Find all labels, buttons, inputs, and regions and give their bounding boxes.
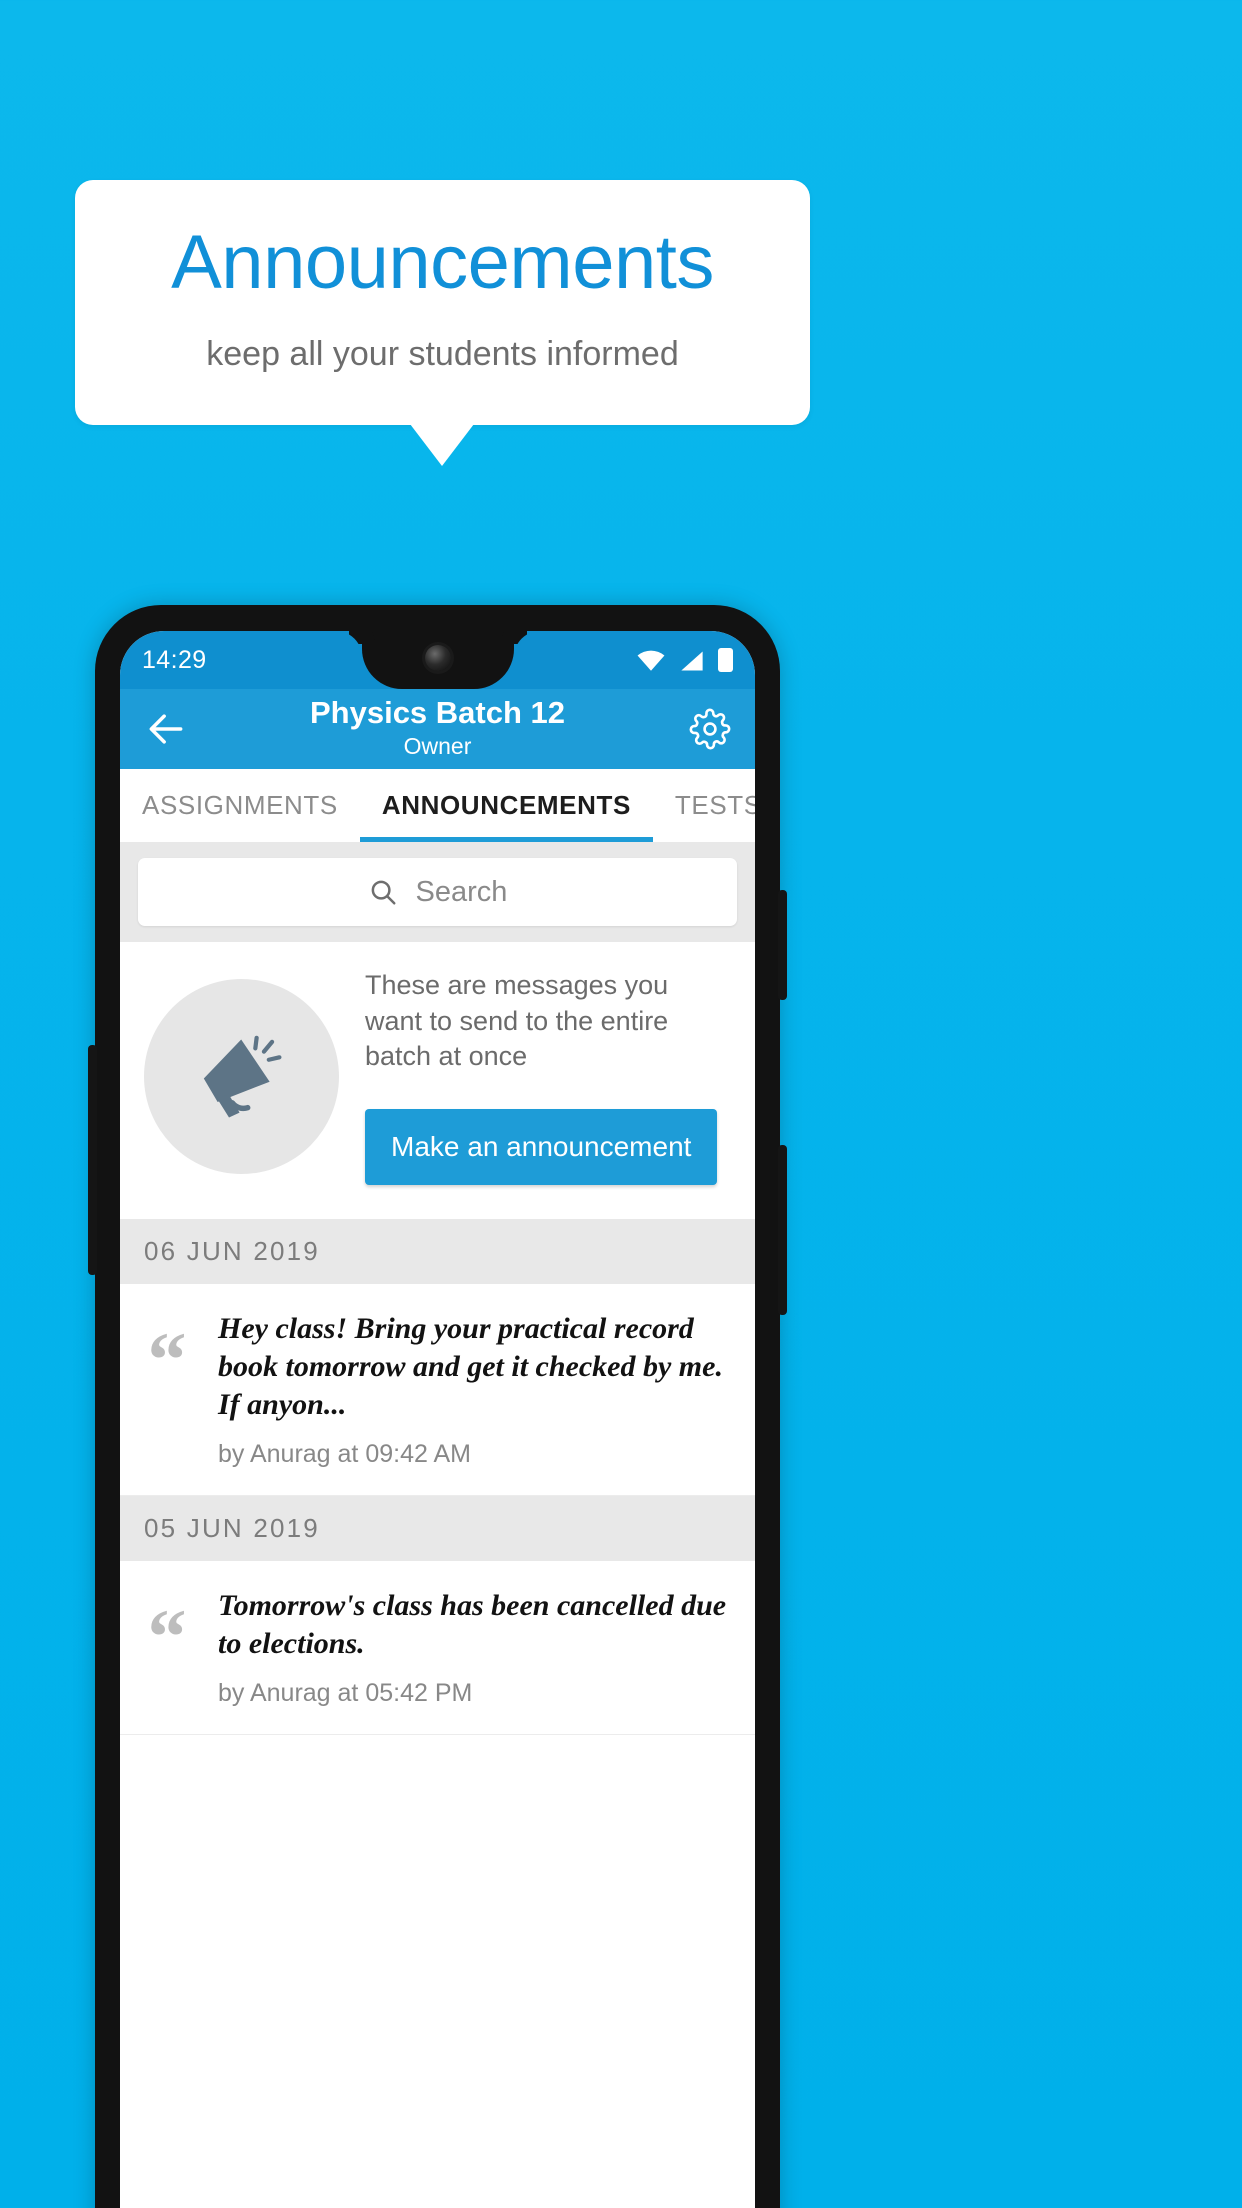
phone-frame: 14:29 Physics Batch 12 Owner ASSIGNMENTS… (88, 605, 787, 2208)
announcement-item[interactable]: “ Hey class! Bring your practical record… (120, 1283, 755, 1497)
batch-role: Owner (403, 732, 472, 759)
announcement-text: Tomorrow's class has been cancelled due … (218, 1589, 727, 1661)
status-icons (636, 648, 733, 672)
announcement-feed: 06 JUN 2019 “ Hey class! Bring your prac… (120, 1218, 755, 1736)
tab-announcements[interactable]: ANNOUNCEMENTS (359, 769, 653, 842)
make-announcement-button[interactable]: Make an announcement (365, 1108, 718, 1185)
wifi-icon (637, 650, 665, 671)
volume-button[interactable] (778, 890, 787, 1000)
app-bar-titles: Physics Batch 12 Owner (120, 695, 755, 760)
announcement-text: Hey class! Bring your practical record b… (218, 1311, 723, 1422)
announcement-cta: These are messages you want to send to t… (120, 942, 755, 1219)
date-header: 06 JUN 2019 (120, 1218, 755, 1284)
megaphone-icon (203, 1036, 281, 1118)
page-title: Announcements (171, 220, 714, 305)
back-arrow-icon[interactable] (144, 707, 188, 751)
cta-content: These are messages you want to send to t… (365, 968, 731, 1185)
announcement-body: Tomorrow's class has been cancelled due … (218, 1587, 731, 1708)
battery-icon (718, 648, 733, 672)
gear-icon[interactable] (689, 708, 731, 750)
date-header: 05 JUN 2019 (120, 1496, 755, 1562)
power-button[interactable] (778, 1145, 787, 1315)
search-icon (371, 880, 396, 905)
search-input[interactable]: Search (138, 858, 737, 926)
announcement-item[interactable]: “ Tomorrow's class has been cancelled du… (120, 1561, 755, 1736)
assistant-button[interactable] (88, 1045, 97, 1275)
announcement-body: Hey class! Bring your practical record b… (218, 1310, 731, 1469)
announcement-meta: by Anurag at 09:42 AM (218, 1440, 471, 1469)
status-time: 14:29 (142, 645, 207, 674)
search-placeholder: Search (415, 875, 508, 908)
signal-icon (681, 651, 703, 671)
tab-tests[interactable]: TESTS (653, 769, 755, 842)
app-bar: Physics Batch 12 Owner (120, 689, 755, 769)
batch-title: Physics Batch 12 (309, 695, 566, 730)
tab-bar[interactable]: ASSIGNMENTS ANNOUNCEMENTS TESTS V (120, 769, 755, 842)
announcement-meta: by Anurag at 05:42 PM (218, 1679, 473, 1708)
page-subtitle: keep all your students informed (206, 335, 679, 373)
speech-bubble-tail (410, 424, 474, 466)
tab-assignments[interactable]: ASSIGNMENTS (120, 769, 360, 842)
quote-icon: “ (147, 1315, 187, 1403)
cta-description: These are messages you want to send to t… (365, 970, 669, 1072)
search-bar-container: Search (120, 842, 755, 942)
front-camera-icon (424, 645, 451, 671)
phone-screen: 14:29 Physics Batch 12 Owner ASSIGNMENTS… (120, 631, 755, 2208)
quote-icon: “ (147, 1593, 187, 1681)
promo-card: Announcements keep all your students inf… (75, 180, 810, 425)
megaphone-illustration (144, 978, 339, 1174)
